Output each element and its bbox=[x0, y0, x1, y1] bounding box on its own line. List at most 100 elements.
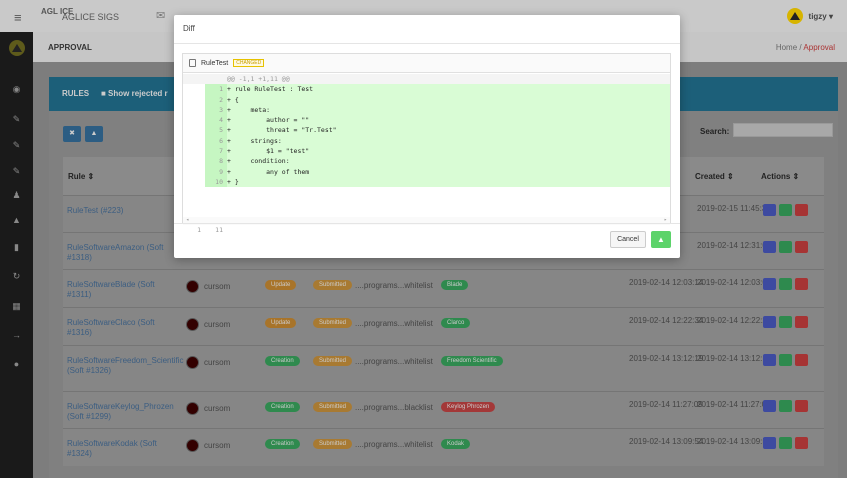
user-menu[interactable]: tigzy ▾ bbox=[786, 8, 833, 24]
type-badge: Creation bbox=[265, 402, 300, 412]
breadcrumb: Home / Approval bbox=[776, 43, 835, 52]
reject-button[interactable] bbox=[795, 354, 808, 366]
diff-line: 9 + any of them bbox=[183, 166, 670, 177]
created-date: 2019-02-14 12:31:03 bbox=[697, 241, 772, 250]
avatar bbox=[186, 280, 199, 293]
reject-button[interactable] bbox=[795, 437, 808, 449]
line-code: + threat = "Tr.Test" bbox=[227, 125, 670, 136]
user-icon[interactable]: ♟ bbox=[0, 190, 33, 201]
table-row: RuleSoftwareKodak (Soft #1324) cursom Cr… bbox=[63, 428, 824, 466]
breadcrumb-home[interactable]: Home bbox=[776, 43, 797, 52]
reject-button[interactable] bbox=[795, 316, 808, 328]
view-button[interactable] bbox=[763, 278, 776, 290]
diff-hunk-header: @@ -1,1 +1,11 @@ bbox=[183, 74, 670, 85]
status-badge: Submitted bbox=[313, 439, 353, 449]
avatar bbox=[186, 439, 199, 452]
approve-button[interactable] bbox=[779, 437, 792, 449]
arrow-right-icon[interactable]: → bbox=[0, 330, 33, 340]
line-code: + strings: bbox=[227, 135, 670, 147]
diff-line: 6 + strings: bbox=[183, 135, 670, 147]
view-button[interactable] bbox=[763, 400, 776, 412]
updated-date: 2019-02-14 13:09:54 bbox=[629, 437, 704, 446]
breadcrumb-separator: / bbox=[799, 43, 802, 52]
approve-button[interactable] bbox=[779, 354, 792, 366]
view-button[interactable] bbox=[763, 437, 776, 449]
table-row: RuleSoftwareFreedom_Scientific (Soft #13… bbox=[63, 345, 824, 391]
search-input[interactable] bbox=[733, 123, 833, 137]
line-number: 8 bbox=[205, 156, 227, 167]
reject-button[interactable] bbox=[795, 204, 808, 216]
reject-button[interactable] bbox=[795, 400, 808, 412]
column-header-created[interactable]: Created ⇕ bbox=[695, 172, 734, 181]
approve-selected-button[interactable]: ▲ bbox=[85, 126, 103, 142]
user-name: cursom bbox=[204, 282, 231, 291]
rule-link[interactable]: RuleSoftwareKeylog_Phrozen (Soft #1299) bbox=[67, 402, 177, 422]
rule-path: ....programs...whitelist bbox=[355, 357, 433, 366]
page-title: APPROVAL bbox=[48, 43, 92, 52]
view-button[interactable] bbox=[763, 316, 776, 328]
approve-button[interactable] bbox=[779, 204, 792, 216]
approve-button[interactable] bbox=[779, 278, 792, 290]
row-actions bbox=[763, 278, 808, 290]
rule-link[interactable]: RuleSoftwareFreedom_Scientific (Soft #13… bbox=[67, 356, 184, 376]
approve-button[interactable] bbox=[779, 316, 792, 328]
rule-link[interactable]: RuleSoftwareKodak (Soft #1324) bbox=[67, 439, 177, 459]
table-row: RuleSoftwareClaco (Soft #1316) cursom Up… bbox=[63, 307, 824, 345]
tag-badge: Keylog Phrozen bbox=[441, 402, 496, 412]
created-date: 2019-02-15 11:45:30 bbox=[697, 204, 771, 213]
rule-link[interactable]: RuleSoftwareAmazon (Soft #1318) bbox=[67, 243, 177, 263]
approve-button[interactable]: ▲ bbox=[651, 231, 671, 248]
row-actions bbox=[763, 241, 808, 253]
approve-button[interactable] bbox=[779, 400, 792, 412]
hamburger-icon[interactable]: ≡ bbox=[14, 10, 22, 25]
type-badge: Update bbox=[265, 280, 297, 290]
view-button[interactable] bbox=[763, 241, 776, 253]
updated-date: 2019-02-14 12:22:34 bbox=[629, 316, 704, 325]
type-badge: Creation bbox=[265, 439, 300, 449]
created-date: 2019-02-14 12:22:29 bbox=[697, 316, 772, 325]
user-name: cursom bbox=[204, 441, 231, 450]
modal-title: Diff bbox=[183, 24, 195, 33]
pencil-icon[interactable]: ✎ bbox=[0, 166, 33, 177]
dashboard-icon[interactable]: ◉ bbox=[0, 84, 33, 95]
cancel-button[interactable]: Cancel bbox=[610, 231, 646, 248]
pencil-icon[interactable]: ✎ bbox=[0, 114, 33, 125]
row-actions bbox=[763, 437, 808, 449]
rule-link[interactable]: RuleSoftwareBlade (Soft #1311) bbox=[67, 280, 177, 300]
user-name: cursom bbox=[204, 404, 231, 413]
globe-icon[interactable]: ● bbox=[0, 359, 33, 369]
pencil-icon[interactable]: ✎ bbox=[0, 140, 33, 151]
mail-icon[interactable]: ✉ bbox=[156, 9, 165, 22]
rule-link[interactable]: RuleTest (#223) bbox=[67, 206, 177, 216]
line-code: + condition: bbox=[227, 156, 670, 167]
view-button[interactable] bbox=[763, 354, 776, 366]
line-code: + { bbox=[227, 94, 670, 105]
diff-line: 1 + rule RuleTest : Test bbox=[183, 84, 670, 95]
show-rejected-toggle[interactable]: ■ Show rejected r bbox=[101, 89, 168, 98]
reject-selected-button[interactable]: ✖ bbox=[63, 126, 81, 142]
rule-path: ....programs...whitelist bbox=[355, 281, 433, 290]
column-header-rule[interactable]: Rule ⇕ bbox=[68, 172, 94, 181]
type-badge: Creation bbox=[265, 356, 300, 366]
refresh-icon[interactable]: ↻ bbox=[0, 271, 33, 282]
approve-button[interactable] bbox=[779, 241, 792, 253]
diff-viewer: RuleTest CHANGED @@ -1,1 +1,11 @@ 1 + rul… bbox=[182, 53, 671, 234]
thumbs-up-icon[interactable]: ▲ bbox=[0, 215, 33, 225]
building-icon[interactable]: ▦ bbox=[0, 301, 33, 312]
rule-link[interactable]: RuleSoftwareClaco (Soft #1316) bbox=[67, 318, 177, 338]
status-badge: Submitted bbox=[313, 356, 353, 366]
line-code: + any of them bbox=[227, 166, 670, 177]
tag-badge: Blade bbox=[441, 280, 469, 290]
diff-modal: Diff RuleTest CHANGED @@ -1,1 +1,11 @@ 1… bbox=[174, 15, 680, 258]
reject-button[interactable] bbox=[795, 278, 808, 290]
type-badge: Update bbox=[265, 318, 297, 328]
created-date: 2019-02-14 12:03:09 bbox=[697, 278, 772, 287]
view-button[interactable] bbox=[763, 204, 776, 216]
table-row: RuleSoftwareKeylog_Phrozen (Soft #1299) … bbox=[63, 391, 824, 428]
tag-badge: Clarco bbox=[441, 318, 471, 328]
bar-chart-icon[interactable]: ▮ bbox=[0, 242, 33, 253]
line-number: 9 bbox=[205, 166, 227, 177]
search-label: Search: bbox=[700, 127, 730, 136]
tag-badge: Kodak bbox=[441, 439, 471, 449]
reject-button[interactable] bbox=[795, 241, 808, 253]
